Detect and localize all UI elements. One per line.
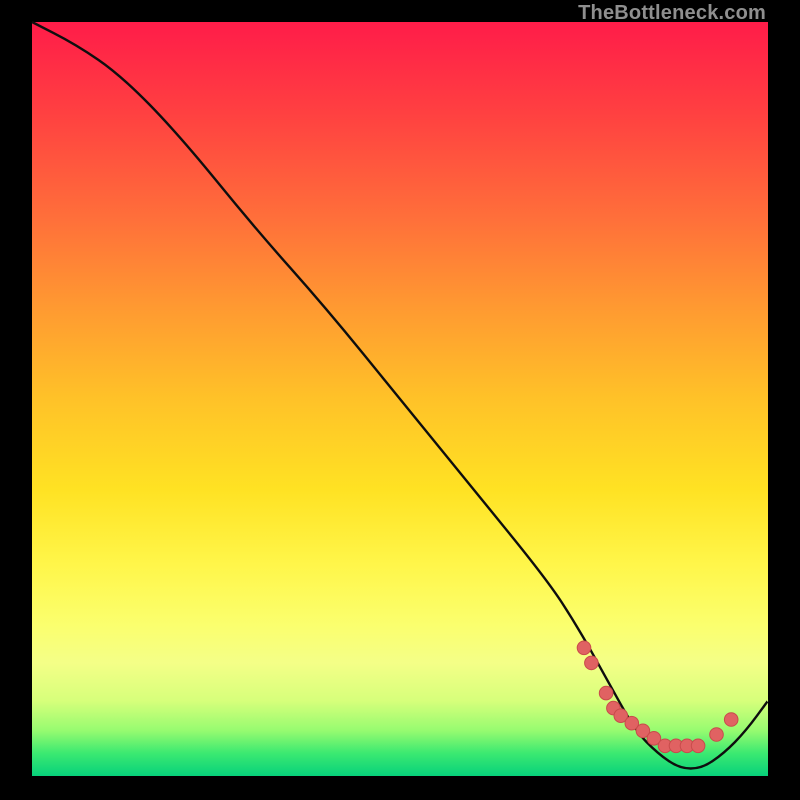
gradient-panel	[32, 22, 768, 776]
chart-stage: TheBottleneck.com	[0, 0, 800, 800]
watermark-text: TheBottleneck.com	[578, 2, 766, 25]
